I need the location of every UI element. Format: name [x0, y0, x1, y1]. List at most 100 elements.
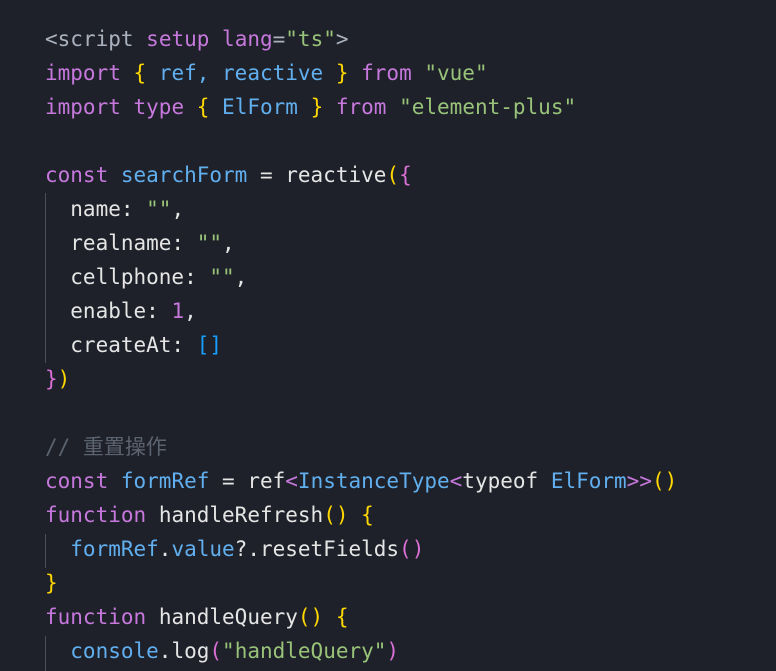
- code-token: ref, reactive: [146, 61, 336, 85]
- code-line[interactable]: name: "",: [45, 192, 184, 226]
- code-token: ,: [234, 265, 248, 289]
- code-token: "vue": [424, 61, 488, 85]
- code-token: =: [247, 163, 286, 187]
- code-token: searchForm: [120, 163, 248, 187]
- code-token: <: [285, 469, 298, 493]
- code-token: .: [158, 537, 172, 561]
- code-token: =: [272, 27, 286, 51]
- code-editor[interactable]: <script setup lang="ts"> import { ref, re…: [0, 0, 776, 671]
- code-line[interactable]: <script setup lang="ts">: [45, 22, 349, 56]
- code-token: type: [133, 95, 185, 119]
- code-token: }: [335, 61, 349, 85]
- code-token: enable:: [45, 299, 172, 323]
- code-token: from: [335, 95, 387, 119]
- code-token: ?.: [234, 537, 260, 561]
- code-token: const: [45, 469, 109, 493]
- code-token: }: [45, 367, 58, 391]
- code-token: <: [449, 469, 463, 493]
- code-token: "": [146, 197, 172, 221]
- code-token: <: [45, 27, 58, 51]
- code-token: console: [45, 639, 159, 663]
- code-token: "element-plus": [399, 95, 577, 119]
- code-token: (): [399, 537, 425, 561]
- code-token: ): [386, 639, 400, 663]
- code-line[interactable]: enable: 1,: [45, 294, 197, 328]
- code-token: lang: [222, 27, 273, 51]
- code-token: function: [45, 605, 147, 629]
- code-token: createAt:: [45, 333, 197, 357]
- code-token: formRef: [45, 537, 159, 561]
- code-line[interactable]: import { ref, reactive } from "vue": [45, 56, 488, 90]
- code-token: {: [196, 95, 210, 119]
- code-line[interactable]: function handleRefresh() {: [45, 498, 374, 532]
- code-token: reactive: [285, 163, 387, 187]
- code-token: >: [335, 27, 349, 51]
- code-line[interactable]: import type { ElForm } from "element-plu…: [45, 90, 576, 124]
- code-token: ElForm: [550, 469, 627, 493]
- code-token: (: [209, 639, 223, 663]
- code-line[interactable]: }): [45, 362, 70, 396]
- code-token: "": [196, 231, 223, 255]
- code-token: .: [158, 639, 172, 663]
- code-token: ,: [184, 299, 197, 323]
- code-token: setup: [146, 27, 210, 51]
- code-line[interactable]: const formRef = ref<InstanceType<typeof …: [45, 464, 677, 498]
- code-token: ref: [247, 469, 286, 493]
- code-token: ): [57, 367, 71, 391]
- code-token: (: [386, 163, 400, 187]
- code-token: script: [57, 27, 134, 51]
- code-token: "handleQuery": [222, 639, 387, 663]
- code-line[interactable]: }: [45, 566, 58, 600]
- code-line[interactable]: function handleQuery() {: [45, 600, 349, 634]
- code-token: >>: [626, 469, 652, 493]
- code-token: log: [171, 639, 210, 663]
- code-token: ,: [222, 231, 235, 255]
- code-token: (): [323, 503, 349, 527]
- code-token: resetFields: [259, 537, 400, 561]
- code-token: const: [45, 163, 109, 187]
- code-token: // 重置操作: [45, 435, 167, 459]
- code-line[interactable]: console.log("handleQuery"): [45, 634, 399, 668]
- code-line[interactable]: realname: "",: [45, 226, 235, 260]
- code-token: (): [651, 469, 678, 493]
- code-token: (): [297, 605, 324, 629]
- code-token: ,: [171, 197, 185, 221]
- code-token: from: [361, 61, 412, 85]
- code-token: {: [361, 503, 374, 527]
- code-token: handleRefresh: [158, 503, 324, 527]
- code-line[interactable]: formRef.value?.resetFields(): [45, 532, 424, 566]
- code-line[interactable]: // 重置操作: [45, 430, 167, 464]
- code-token: {: [133, 61, 147, 85]
- code-token: import: [45, 61, 121, 85]
- code-token: "": [209, 265, 235, 289]
- code-line[interactable]: cellphone: "",: [45, 260, 247, 294]
- code-token: formRef: [120, 469, 210, 493]
- code-token: realname:: [45, 231, 197, 255]
- code-token: {: [335, 605, 349, 629]
- code-line[interactable]: const searchForm = reactive({: [45, 158, 412, 192]
- code-token: "ts": [285, 27, 336, 51]
- code-token: value: [171, 537, 235, 561]
- code-token: handleQuery: [158, 605, 298, 629]
- code-token: }: [310, 95, 324, 119]
- code-token: 1: [171, 299, 185, 323]
- code-line[interactable]: createAt: []: [45, 328, 222, 362]
- code-token: =: [209, 469, 248, 493]
- code-token: []: [196, 333, 223, 357]
